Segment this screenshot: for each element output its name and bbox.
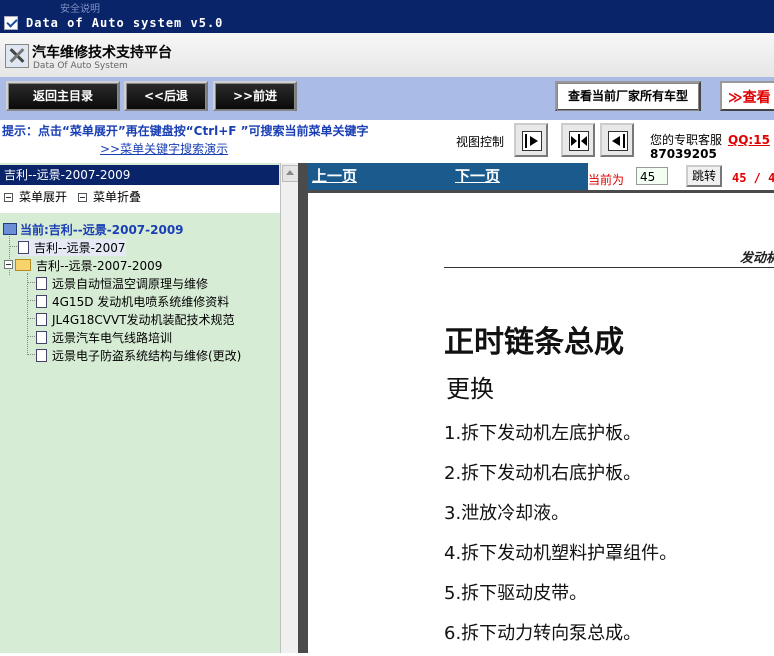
tree-item[interactable]: 远景汽车电气线路培训 (36, 329, 172, 346)
view-more-label: ≫查看 (728, 90, 771, 106)
window-title-bar: 安全说明 Data of Auto system v5.0 (0, 0, 774, 33)
view-control-label: 视图控制 (456, 135, 505, 149)
service-line: 您的专职客服 QQ:15 (650, 131, 770, 148)
document-icon (36, 277, 47, 290)
split-view-icon (569, 131, 589, 151)
document-icon (36, 349, 47, 362)
tree-item[interactable]: JL4G18CVVT发动机装配技术规范 (36, 311, 235, 328)
tree-item-label: 远景电子防盗系统结构与维修(更改) (52, 349, 242, 363)
doc-step: 1.拆下发动机左底护板。 (444, 423, 642, 444)
doc-section-header: 发动机 (740, 251, 774, 266)
go-button[interactable]: 跳转 (686, 165, 722, 187)
doc-step: 6.拆下动力转向泵总成。 (444, 623, 642, 644)
document-icon (36, 331, 47, 344)
tree-item[interactable]: 吉利--远景-2007 (18, 239, 126, 256)
tree-current[interactable]: 当前:吉利--远景-2007-2009 (3, 221, 184, 238)
prev-page-link[interactable]: 上一页 (312, 165, 357, 186)
page-count: 45 / 4 (732, 171, 774, 185)
qq-link[interactable]: QQ:15 (728, 133, 770, 147)
home-button-label: 返回主目录 (8, 83, 118, 111)
search-demo-link[interactable]: >>菜单关键字搜索演示 (100, 140, 228, 157)
menu-panel: 吉利--远景-2007-2009 菜单展开 菜单折叠 当前:吉利--远景-200… (0, 163, 281, 653)
hint-row: 提示：点击“菜单展开”再在键盘按“Ctrl+F ”可搜索当前菜单关键字 >>菜单… (0, 120, 774, 163)
doc-step: 3.泄放冷却液。 (444, 503, 570, 524)
forward-button-label: >>前进 (215, 83, 295, 111)
service-number: 87039205 (650, 147, 717, 161)
doc-step: 5.拆下驱动皮带。 (444, 583, 588, 604)
doc-title: 正时链条总成 (444, 325, 624, 360)
hint-text: 提示：点击“菜单展开”再在键盘按“Ctrl+F ”可搜索当前菜单关键字 (2, 124, 369, 138)
tree-folder-label: 吉利--远景-2007-2009 (36, 259, 163, 273)
tree-item-label: JL4G18CVVT发动机装配技术规范 (52, 313, 235, 327)
expand-menu-button[interactable]: 菜单展开 (4, 188, 67, 205)
arrow-left-icon (608, 131, 628, 151)
document-icon (36, 295, 47, 308)
expand-label: 菜单展开 (19, 190, 68, 204)
back-button-label: <<后退 (126, 83, 206, 111)
expand-icon (4, 193, 13, 202)
tree-item[interactable]: 远景自动恒温空调原理与维修 (36, 275, 208, 292)
doc-step: 4.拆下发动机塑料护罩组件。 (444, 543, 678, 564)
view-split-button[interactable] (561, 123, 595, 157)
tree-item-label: 远景自动恒温空调原理与维修 (52, 277, 209, 291)
document-view: 发动机 正时链条总成 更换 1.拆下发动机左底护板。 2.拆下发动机右底护板。 … (308, 190, 774, 656)
collapse-icon (78, 193, 87, 202)
tree-item-label: 吉利--远景-2007 (34, 241, 126, 255)
all-models-button[interactable]: 查看当前厂家所有车型 (555, 81, 701, 111)
doc-step: 2.拆下发动机右底护板。 (444, 463, 642, 484)
doc-subtitle: 更换 (446, 375, 494, 403)
panel-splitter[interactable] (298, 163, 308, 653)
page-number-input[interactable]: 45 (636, 167, 668, 185)
collapse-label: 菜单折叠 (93, 190, 142, 204)
arrow-right-icon (522, 131, 542, 151)
window-title: Data of Auto system v5.0 (26, 16, 224, 30)
view-more-button[interactable]: ≫查看 (720, 81, 774, 111)
selected-vehicle[interactable]: 吉利--远景-2007-2009 (0, 165, 279, 185)
folder-icon (15, 259, 31, 271)
toolbar: 返回主目录 <<后退 >>前进 查看当前厂家所有车型 ≫查看 (0, 77, 774, 120)
computer-icon (3, 223, 17, 235)
current-page-label: 当前为 (588, 173, 625, 187)
all-models-label: 查看当前厂家所有车型 (557, 83, 699, 111)
document-icon (36, 313, 47, 326)
tree-item[interactable]: 4G15D 发动机电喷系统维修资料 (36, 293, 229, 310)
next-page-link[interactable]: 下一页 (455, 165, 500, 186)
tree-item[interactable]: 远景电子防盗系统结构与维修(更改) (36, 347, 241, 364)
home-button[interactable]: 返回主目录 (6, 81, 120, 111)
view-right-button[interactable] (514, 123, 548, 157)
wrench-logo-icon (5, 44, 29, 68)
menu-controls: 菜单展开 菜单折叠 (0, 185, 280, 213)
scroll-up-icon[interactable] (282, 165, 299, 182)
tree-current-label: 当前:吉利--远景-2007-2009 (20, 223, 184, 237)
service-label: 您的专职客服 (650, 133, 723, 147)
tree-item-label: 远景汽车电气线路培训 (52, 331, 173, 345)
header-rule (444, 267, 774, 268)
tree-folder[interactable]: 吉利--远景-2007-2009 (4, 257, 162, 274)
collapse-menu-button[interactable]: 菜单折叠 (78, 188, 141, 205)
document-icon (18, 241, 29, 254)
menu-scrollbar[interactable] (280, 163, 299, 653)
app-icon (4, 16, 18, 30)
back-button[interactable]: <<后退 (124, 81, 208, 111)
view-left-button[interactable] (600, 123, 634, 157)
app-subtitle: Data Of Auto System (33, 61, 128, 71)
ghost-text: 安全说明 (60, 4, 100, 15)
app-header: 汽车维修技术支持平台 Data Of Auto System (0, 33, 774, 78)
tree-item-label: 4G15D 发动机电喷系统维修资料 (52, 295, 230, 309)
app-title: 汽车维修技术支持平台 (32, 45, 172, 61)
page-jump-bar: 当前为 45 跳转 45 / 4 (588, 163, 774, 190)
collapse-toggle-icon (4, 260, 13, 269)
forward-button[interactable]: >>前进 (213, 81, 297, 111)
